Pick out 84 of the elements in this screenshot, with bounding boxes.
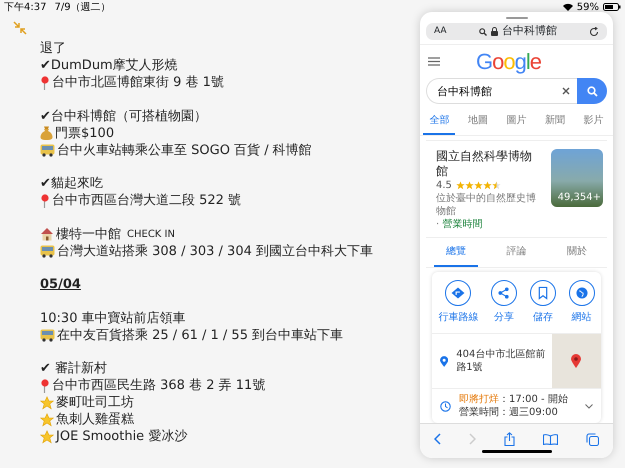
place-description: 位於臺中的自然歷史博物館 (436, 192, 537, 218)
share-icon[interactable] (504, 432, 515, 446)
star-icon (40, 412, 54, 426)
place-title[interactable]: 國立自然科學博物館 (436, 149, 543, 179)
note-line: 魚刺人雞蛋糕 (56, 411, 134, 428)
drag-handle[interactable] (506, 17, 528, 20)
search-icon (478, 28, 487, 36)
bookmark-button[interactable] (530, 280, 556, 306)
star-icon (40, 396, 54, 410)
note-line: ✔ 審計新村 (40, 360, 108, 377)
note-line: 台灣大道站搭乘 308 / 303 / 304 到國立台中科大下車 (57, 242, 373, 260)
action-label[interactable]: 網站 (572, 310, 592, 325)
location-pin-icon (440, 354, 448, 368)
chevron-down-icon[interactable] (585, 404, 593, 408)
directions-button[interactable] (445, 280, 472, 306)
note-line: ✔DumDum摩艾人形燒 (40, 57, 178, 74)
note-line: 台中市北區博館東街 9 巷 1號 (52, 74, 224, 91)
action-label[interactable]: 分享 (494, 310, 514, 325)
place-address[interactable]: 404台中市北區館前路1號 (456, 348, 552, 374)
battery-icon (603, 3, 621, 11)
address-bar[interactable]: AA 台中科博館 (426, 23, 607, 40)
hours-status: 即將打烊：17:00 - 開始 (459, 393, 569, 406)
note-line: 台中市西區台灣大道二段 522 號 (52, 192, 242, 209)
hours-link[interactable]: 營業時間 (442, 219, 482, 230)
note-line: 台中火車站轉乘公車至 SOGO 百貨 / 科博館 (57, 142, 312, 158)
pin-icon (40, 194, 50, 208)
note-tag: CHECK IN (127, 226, 175, 242)
place-tab[interactable]: 評論 (494, 238, 538, 267)
next-hours: 營業時間：週三09:00 (459, 406, 559, 419)
bus-icon (40, 328, 55, 342)
address-text: 台中科博館 (502, 23, 557, 40)
pin-icon (40, 76, 50, 90)
note-line: ✔貓起來吃 (40, 175, 103, 192)
text-size-button[interactable]: AA (434, 24, 447, 38)
star-icon (40, 430, 54, 444)
map-thumbnail[interactable] (552, 334, 601, 388)
search-tab[interactable]: 新聞 (539, 108, 572, 135)
note-line: 10:30 車中寶站前店領車 (40, 310, 186, 326)
search-tab[interactable]: 圖片 (500, 108, 532, 135)
rating-value: 4.5 (436, 179, 452, 192)
separator-dot: · (436, 219, 440, 230)
search-tab[interactable]: 地圖 (462, 108, 494, 135)
reload-icon[interactable] (588, 26, 599, 37)
wifi-icon (562, 3, 573, 11)
battery-percent: 59% (576, 0, 599, 14)
note-line: JOE Smoothie 愛冰沙 (56, 428, 188, 445)
note-line: 門票$100 (55, 124, 114, 142)
photo-placeholder[interactable]: 49,354+ (550, 149, 603, 207)
place-tab[interactable]: 總覽 (434, 238, 478, 267)
google-logo: Google (476, 48, 542, 76)
action-label[interactable]: 儲存 (532, 310, 553, 325)
place-tab[interactable]: 關於 (554, 238, 599, 267)
bus-icon (40, 144, 55, 156)
note-line: 樓特一中館 (56, 226, 121, 242)
search-tab[interactable]: 全部 (423, 108, 456, 135)
money-bag-icon (40, 126, 53, 140)
menu-icon[interactable] (428, 57, 440, 66)
share-button[interactable] (491, 280, 518, 306)
back-icon[interactable] (434, 433, 441, 445)
search-button[interactable] (577, 78, 607, 104)
search-icon (586, 86, 598, 96)
tabs-icon[interactable] (586, 432, 599, 446)
photo-count: 49,354+ (558, 191, 601, 205)
bus-icon (40, 244, 55, 258)
clear-button[interactable] (555, 78, 577, 104)
note-line: ✔台中科博館（可搭植物園） (40, 108, 207, 124)
globe-button[interactable] (568, 280, 595, 306)
bookmarks-icon[interactable] (543, 434, 558, 444)
note-line: 05/04 (40, 276, 81, 293)
search-tab[interactable]: 影片 (578, 108, 610, 135)
clear-icon (562, 87, 570, 95)
house-icon (40, 227, 54, 241)
search-field[interactable]: 台中科博館 (426, 78, 555, 104)
note-line: 退了 (40, 40, 66, 57)
pin-icon (40, 378, 50, 392)
action-label[interactable]: 行車路線 (438, 310, 478, 325)
note-line: 台中市西區民生路 368 巷 2 弄 11號 (52, 377, 266, 394)
note-line: 在中友百貨搭乘 25 / 61 / 1 / 55 到台中車站下車 (57, 326, 344, 344)
status-date: 7/9（週二） (54, 0, 111, 14)
note-line: 麥町吐司工坊 (56, 394, 134, 411)
clock-icon (440, 400, 451, 412)
lock-icon (490, 27, 498, 36)
status-time: 下午4:37 (4, 0, 46, 14)
forward-icon (469, 433, 476, 445)
